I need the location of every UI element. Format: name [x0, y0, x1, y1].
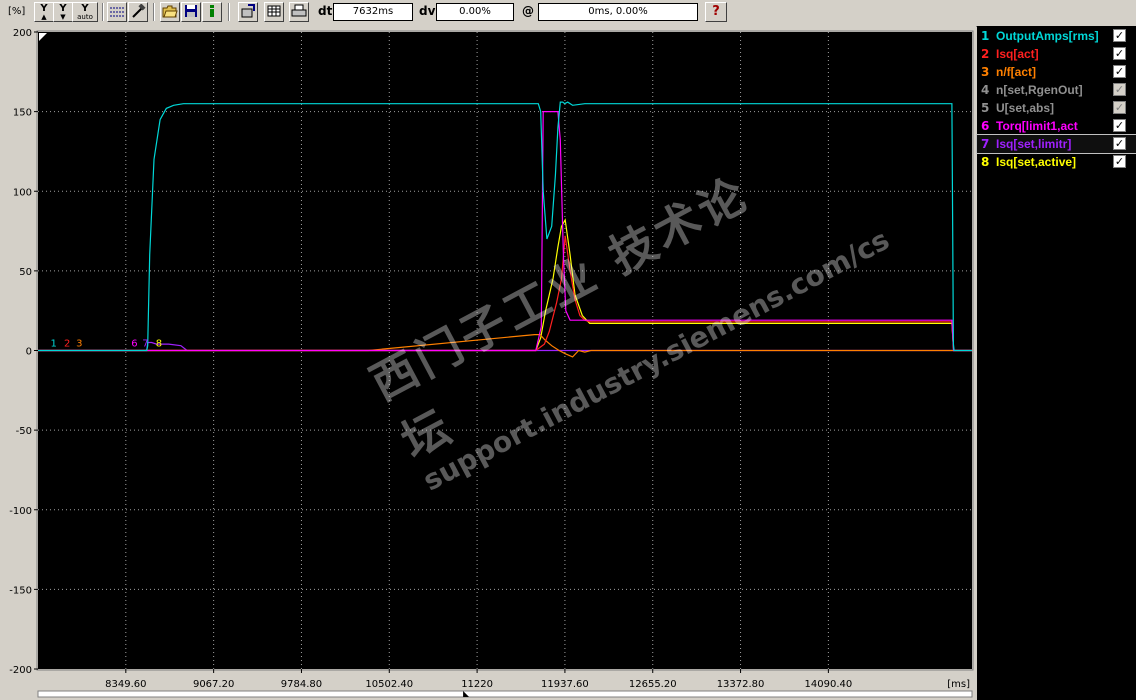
x-tick-label: 10502.40 — [365, 679, 413, 690]
trace-marker-label: 7 — [142, 339, 148, 350]
trace-plot-area[interactable]: -200 -150 -100 -50 0 50 100 150 200 8349.60 9067.2… — [0, 26, 976, 700]
y-zoom-down-button[interactable]: Y ▼ — [53, 2, 73, 22]
y-tick-label: -150 — [9, 585, 32, 596]
hammer-icon — [132, 3, 146, 18]
trace-chart: -200 -150 -100 -50 0 50 100 150 200 8349.60 9067.2… — [0, 26, 976, 700]
print-button[interactable] — [289, 2, 309, 22]
grid-lines-icon — [110, 7, 124, 17]
legend-row-6[interactable]: 6 Torq[limit1,act ✓ — [977, 117, 1136, 135]
legend-number: 3 — [981, 65, 990, 79]
help-icon: ? — [712, 4, 720, 19]
legend-row-1[interactable]: 1 OutputAmps[rms] ✓ — [977, 27, 1136, 45]
grid-lines-button[interactable] — [107, 2, 127, 22]
legend-row-4[interactable]: 4 n[set,RgenOut] ✓ — [977, 81, 1136, 99]
legend-signal-name: n/f[act] — [996, 65, 1036, 79]
toolbar: [%] Y ▲ Y ▼ Yauto dt 7632ms dv 0.00% @ 0ms… — [0, 0, 1136, 27]
trace-marker-label: 3 — [76, 339, 82, 350]
y-tick-label: 50 — [19, 267, 32, 278]
legend-signal-name: OutputAmps[rms] — [996, 29, 1099, 43]
legend-checkbox[interactable]: ✓ — [1113, 119, 1126, 132]
legend-row-2[interactable]: 2 Isq[act] ✓ — [977, 45, 1136, 63]
y-auto-sub-label: auto — [77, 13, 93, 21]
legend-row-3[interactable]: 3 n/f[act] ✓ — [977, 63, 1136, 81]
legend-number: 1 — [981, 29, 990, 43]
trace-marker-label: 6 — [131, 339, 137, 350]
legend-number: 4 — [981, 83, 990, 97]
legend-checkbox[interactable]: ✓ — [1113, 83, 1126, 96]
time-scrollbar — [37, 690, 973, 698]
x-tick-label: 9067.20 — [193, 679, 234, 690]
legend-row-7[interactable]: 7 Isq[set,limitr] ✓ — [976, 134, 1136, 154]
toolbar-separator — [102, 3, 104, 21]
save-button[interactable] — [181, 2, 201, 22]
open-button[interactable] — [160, 2, 180, 22]
y-tick-label: 200 — [13, 28, 32, 39]
legend-number: 8 — [981, 155, 990, 169]
help-button[interactable]: ? — [705, 2, 727, 22]
legend-checkbox[interactable]: ✓ — [1113, 137, 1126, 150]
legend-signal-name: n[set,RgenOut] — [996, 83, 1083, 97]
dv-field: 0.00% — [436, 3, 514, 21]
table-icon — [267, 5, 281, 17]
y-auto-button[interactable]: Yauto — [72, 2, 98, 22]
trace-marker-label: 8 — [156, 339, 162, 350]
x-tick-label: 8349.60 — [105, 679, 146, 690]
arrow-down-icon: ▼ — [60, 13, 66, 21]
legend-signal-name: Isq[set,limitr] — [996, 137, 1072, 151]
trace-marker-label: 1 — [50, 339, 56, 350]
signal-legend: 1 OutputAmps[rms] ✓ 2 Isq[act] ✓ 3 n/f[act] ✓ 4 n[… — [976, 26, 1136, 700]
cursor-position-field: 0ms, 0.00% — [538, 3, 698, 21]
tools-button[interactable] — [128, 2, 148, 22]
legend-signal-name: Isq[set,active] — [996, 155, 1077, 169]
legend-number: 2 — [981, 47, 990, 61]
legend-checkbox[interactable]: ✓ — [1113, 101, 1126, 114]
legend-row-5[interactable]: 5 U[set,abs] ✓ — [977, 99, 1136, 117]
info-icon — [210, 5, 214, 17]
legend-checkbox[interactable]: ✓ — [1113, 47, 1126, 60]
toolbar-separator — [228, 3, 230, 21]
legend-checkbox[interactable]: ✓ — [1113, 155, 1126, 168]
y-tick-label: 100 — [13, 187, 32, 198]
y-zoom-up-button[interactable]: Y ▲ — [34, 2, 54, 22]
legend-number: 5 — [981, 101, 990, 115]
floppy-disk-icon — [185, 5, 197, 17]
y-tick-label: -50 — [16, 426, 32, 437]
legend-signal-name: Isq[act] — [996, 47, 1039, 61]
x-tick-label: 12655.20 — [629, 679, 677, 690]
x-tick-label: 14090.40 — [805, 679, 853, 690]
x-tick-label: 11937.60 — [541, 679, 589, 690]
export-button[interactable] — [238, 2, 258, 22]
dt-field: 7632ms — [333, 3, 413, 21]
open-folder-icon — [162, 5, 178, 18]
export-icon — [241, 4, 255, 18]
x-tick-label: 11220 — [461, 679, 493, 690]
info-button[interactable] — [202, 2, 222, 22]
legend-row-8[interactable]: 8 Isq[set,active] ✓ — [977, 153, 1136, 171]
dv-label: dv — [419, 4, 436, 18]
arrow-up-icon: ▲ — [41, 13, 47, 21]
y-tick-label: -200 — [9, 665, 32, 676]
legend-number: 7 — [981, 137, 990, 151]
printer-icon — [291, 4, 307, 17]
x-unit-label: [ms] — [947, 679, 970, 690]
y-tick-label: 150 — [13, 108, 32, 119]
x-tick-label: 9784.80 — [281, 679, 322, 690]
legend-checkbox[interactable]: ✓ — [1113, 29, 1126, 42]
cursor-at-label: @ — [522, 4, 534, 18]
x-tick-label: 13372.80 — [717, 679, 765, 690]
dt-label: dt — [318, 4, 333, 18]
legend-signal-name: U[set,abs] — [996, 101, 1055, 115]
trace-marker-label: 2 — [64, 339, 70, 350]
legend-checkbox[interactable]: ✓ — [1113, 65, 1126, 78]
legend-number: 6 — [981, 119, 990, 133]
y-tick-label: -100 — [9, 506, 32, 517]
unit-label: [%] — [8, 6, 26, 17]
table-view-button[interactable] — [264, 2, 284, 22]
toolbar-separator — [153, 3, 155, 21]
legend-signal-name: Torq[limit1,act — [996, 119, 1078, 133]
y-tick-label: 0 — [26, 347, 32, 358]
